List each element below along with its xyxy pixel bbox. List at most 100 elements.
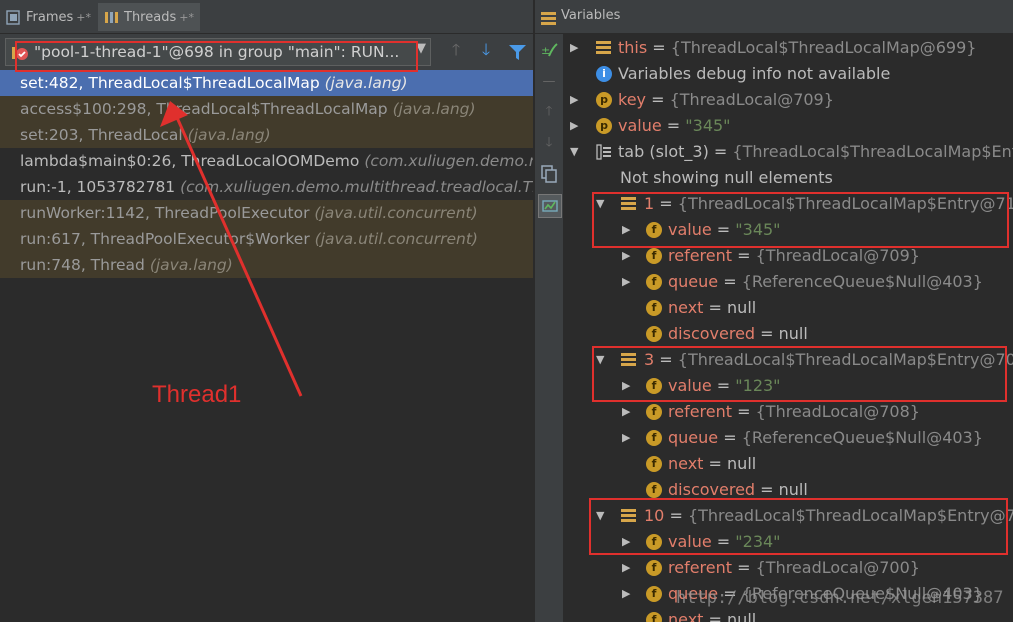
previous-frame-icon[interactable]: 🡑: [444, 40, 468, 64]
var-value: null: [778, 324, 808, 343]
var-value: {ThreadLocal$ThreadLocalMap@699}: [670, 38, 977, 57]
var-name: discovered: [668, 480, 756, 499]
var-row-entry-1-next[interactable]: f next = null: [563, 295, 1013, 321]
var-row-tab[interactable]: ▼ tab (slot_3) = {ThreadLocal$ThreadLoca…: [563, 139, 1013, 165]
field-icon: f: [646, 274, 662, 290]
var-name: next: [668, 298, 704, 317]
frame-row[interactable]: set:482, ThreadLocal$ThreadLocalMap (jav…: [0, 70, 533, 96]
variables-title: Variables: [561, 8, 621, 23]
var-value: null: [778, 480, 808, 499]
tab-threads-pin-icon[interactable]: +*: [179, 11, 194, 24]
tab-threads[interactable]: Threads +*: [98, 3, 200, 31]
variables-icon: [541, 10, 556, 29]
tab-frames[interactable]: Frames +*: [6, 4, 91, 30]
field-icon: f: [646, 300, 662, 316]
object-icon: [596, 41, 611, 54]
copy-icon[interactable]: [538, 163, 560, 185]
var-value: null: [727, 610, 757, 622]
move-down-icon[interactable]: 🡓: [538, 133, 560, 155]
annotation-box-entry-1: [592, 192, 1009, 248]
var-row-entry-1-queue[interactable]: ▶ f queue = {ReferenceQueue$Null@403}: [563, 269, 1013, 295]
var-name: this: [618, 38, 648, 57]
tab-frames-label: Frames: [26, 9, 74, 25]
var-row-value[interactable]: ▶ p value = "345": [563, 113, 1013, 139]
field-icon: f: [646, 248, 662, 264]
frame-method: run:748, Thread: [20, 256, 150, 274]
var-row-entry-10-next[interactable]: f next = null: [563, 607, 1013, 622]
var-row-entry-1-discovered[interactable]: f discovered = null: [563, 321, 1013, 347]
parameter-icon: p: [596, 92, 612, 108]
var-name: referent: [668, 246, 733, 265]
var-row-key[interactable]: ▶ p key = {ThreadLocal@709}: [563, 87, 1013, 113]
expand-arrow-icon[interactable]: ▶: [622, 425, 630, 451]
frame-package: (java.util.concurrent): [314, 204, 478, 222]
var-row-info: i Variables debug info not available: [563, 61, 1013, 87]
array-icon: [596, 144, 612, 160]
frame-method: set:482, ThreadLocal$ThreadLocalMap: [20, 74, 325, 92]
var-name: value: [618, 116, 662, 135]
field-icon: f: [646, 482, 662, 498]
var-row-entry-3-queue[interactable]: ▶ f queue = {ReferenceQueue$Null@403}: [563, 425, 1013, 451]
var-value: {ThreadLocal$ThreadLocalMap$Entry[1: [732, 142, 1013, 161]
expand-arrow-icon[interactable]: ▶: [570, 113, 578, 139]
var-value: null: [727, 454, 757, 473]
annotation-arrow: [160, 101, 303, 397]
var-row-entry-3-next[interactable]: f next = null: [563, 451, 1013, 477]
var-row-this[interactable]: ▶ this = {ThreadLocal$ThreadLocalMap@699…: [563, 35, 1013, 61]
minus-icon[interactable]: —: [538, 70, 560, 92]
show-watches-icon[interactable]: [538, 194, 562, 218]
expand-arrow-icon[interactable]: ▶: [570, 87, 578, 113]
expand-arrow-icon[interactable]: ▶: [570, 35, 578, 61]
frame-package: (java.util.concurrent): [314, 230, 478, 248]
annotation-box-thread: [15, 41, 418, 72]
var-value: {ThreadLocal@708}: [755, 402, 920, 421]
var-row-entry-3-referent[interactable]: ▶ f referent = {ThreadLocal@708}: [563, 399, 1013, 425]
move-up-icon[interactable]: 🡑: [538, 102, 560, 124]
expand-arrow-icon[interactable]: ▶: [622, 269, 630, 295]
var-value: {ThreadLocal@700}: [755, 558, 920, 577]
var-name: discovered: [668, 324, 756, 343]
field-icon: f: [646, 404, 662, 420]
evaluate-expression-icon[interactable]: ±: [538, 40, 560, 62]
parameter-icon: p: [596, 118, 612, 134]
var-value: {ThreadLocal@709}: [669, 90, 834, 109]
debug-tab-bar: Frames +* Threads +*: [0, 0, 533, 34]
var-name: next: [668, 610, 704, 622]
var-row-entry-10-referent[interactable]: ▶ f referent = {ThreadLocal@700}: [563, 555, 1013, 581]
field-icon: f: [646, 586, 662, 602]
var-name: referent: [668, 402, 733, 421]
expand-arrow-icon[interactable]: ▶: [622, 555, 630, 581]
field-icon: f: [646, 560, 662, 576]
expand-arrow-icon[interactable]: ▶: [622, 399, 630, 425]
var-name: tab (slot_3): [618, 142, 709, 161]
info-text: Variables debug info not available: [618, 64, 891, 83]
var-name: next: [668, 454, 704, 473]
watermark: http://blog.csdn.net/xlgen157387: [676, 588, 1004, 608]
collapse-arrow-icon[interactable]: ▼: [570, 139, 578, 165]
tab-frames-pin-icon[interactable]: +*: [76, 11, 91, 24]
var-name: referent: [668, 558, 733, 577]
var-name: key: [618, 90, 647, 109]
frame-package: (java.lang): [392, 100, 476, 118]
annotation-label: Thread1: [152, 381, 242, 408]
variables-header: Variables: [535, 0, 1013, 34]
field-icon: f: [646, 430, 662, 446]
frames-icon: [6, 9, 20, 25]
tab-threads-label: Threads: [124, 9, 177, 25]
expand-arrow-icon[interactable]: ▶: [622, 581, 630, 607]
var-value: null: [727, 298, 757, 317]
filter-icon[interactable]: [505, 40, 529, 64]
var-value: {ReferenceQueue$Null@403}: [741, 428, 983, 447]
info-icon: i: [596, 66, 612, 82]
threads-icon: [105, 11, 118, 23]
var-value: {ReferenceQueue$Null@403}: [741, 272, 983, 291]
field-icon: f: [646, 326, 662, 342]
frame-package: (com.xuliugen.demo.m: [364, 152, 533, 170]
field-icon: f: [646, 612, 662, 622]
var-name: queue: [668, 272, 719, 291]
var-value: {ThreadLocal@709}: [755, 246, 920, 265]
field-icon: f: [646, 456, 662, 472]
next-frame-icon[interactable]: 🡓: [474, 40, 498, 64]
var-name: queue: [668, 428, 719, 447]
annotation-box-entry-10: [589, 498, 1008, 555]
